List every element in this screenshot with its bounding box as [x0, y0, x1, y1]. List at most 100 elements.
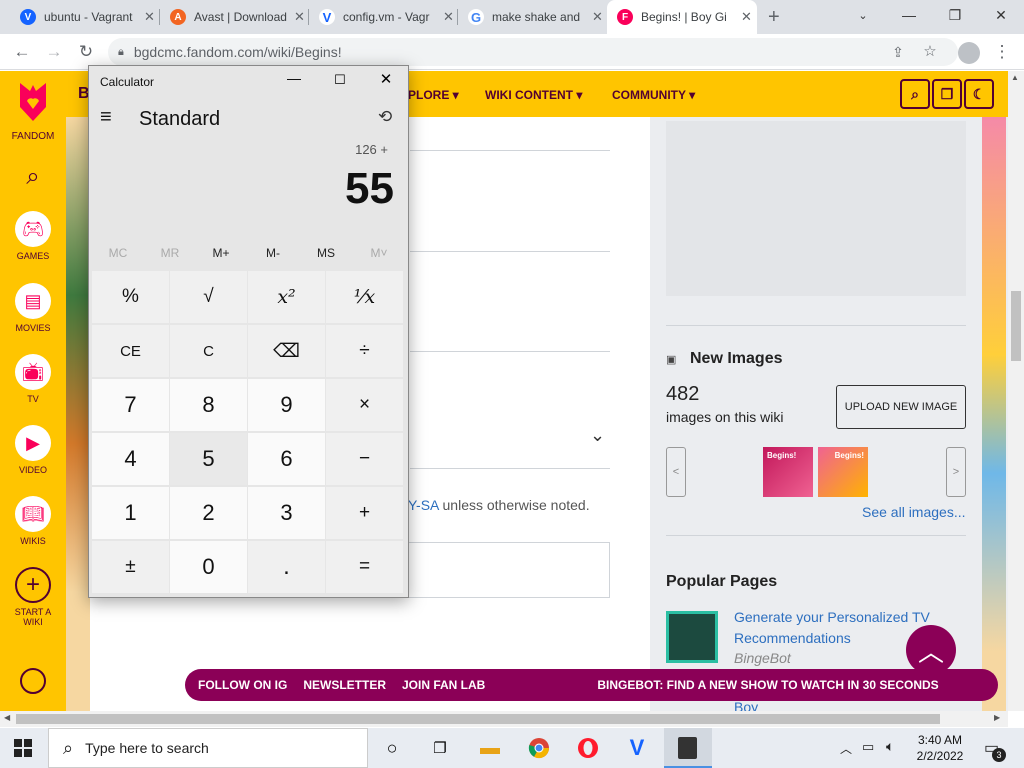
- scrollbar-thumb[interactable]: [16, 714, 940, 724]
- discussions-icon[interactable]: ❐: [932, 79, 962, 109]
- browser-tab[interactable]: G make shake and ✕: [458, 0, 606, 34]
- digit-9-button[interactable]: 9: [248, 379, 325, 431]
- follow-ig-link[interactable]: FOLLOW ON IG: [198, 678, 287, 692]
- scroll-right-icon[interactable]: ▶: [994, 713, 1000, 722]
- menu-kebab-icon[interactable]: ⋮: [990, 40, 1014, 64]
- sidebar-item-movies[interactable]: ▤ MOVIES: [0, 283, 66, 333]
- hamburger-menu-icon[interactable]: ≡: [100, 106, 112, 129]
- divide-button[interactable]: ÷: [326, 325, 403, 377]
- browser-tab[interactable]: A Avast | Download ✕: [160, 0, 308, 34]
- new-tab-button[interactable]: +: [768, 6, 780, 29]
- file-explorer-icon[interactable]: ▬: [476, 734, 504, 762]
- show-hidden-icons[interactable]: ︿: [840, 740, 852, 757]
- digit-5-button[interactable]: 5: [170, 433, 247, 485]
- upload-new-image-button[interactable]: UPLOAD NEW IMAGE: [836, 385, 966, 429]
- browser-tab[interactable]: V config.vm - Vagr ✕: [309, 0, 457, 34]
- vertical-scrollbar[interactable]: ▲: [1008, 71, 1024, 711]
- sidebar-item-games[interactable]: 🎮︎ GAMES: [0, 211, 66, 261]
- thumbnail-image[interactable]: Begins!: [763, 447, 813, 497]
- subtract-button[interactable]: −: [326, 433, 403, 485]
- memory-store-button[interactable]: MS: [300, 246, 352, 260]
- digit-3-button[interactable]: 3: [248, 487, 325, 539]
- maximize-icon[interactable]: ☐: [325, 72, 355, 96]
- sidebar-item-video[interactable]: ▶ VIDEO: [0, 425, 66, 475]
- memory-clear-button[interactable]: MC: [92, 246, 144, 260]
- address-bar[interactable]: 🔒︎ bgdcmc.fandom.com/wiki/Begins!: [108, 38, 958, 66]
- memory-list-button[interactable]: M˅: [353, 246, 405, 260]
- dark-mode-icon[interactable]: ☾: [964, 79, 994, 109]
- close-icon[interactable]: ✕: [443, 9, 454, 25]
- scrollbar-thumb[interactable]: [1011, 291, 1021, 361]
- memory-recall-button[interactable]: MR: [144, 246, 196, 260]
- carousel-prev-button[interactable]: <: [666, 447, 686, 497]
- tab-search-icon[interactable]: ⌄: [840, 0, 886, 30]
- share-icon[interactable]: ⇪: [886, 40, 910, 64]
- menu-wiki-content[interactable]: WIKI CONTENT ▾: [485, 88, 582, 102]
- digit-4-button[interactable]: 4: [92, 433, 169, 485]
- negate-button[interactable]: ±: [92, 541, 169, 593]
- task-view-icon[interactable]: ❐: [426, 734, 454, 762]
- windows-start-icon[interactable]: [14, 739, 32, 757]
- calculator-taskbar-button[interactable]: [664, 728, 712, 768]
- bookmark-star-icon[interactable]: ☆: [918, 40, 942, 64]
- reciprocal-button[interactable]: ¹⁄x: [326, 271, 403, 323]
- search-icon[interactable]: ⌕: [0, 163, 66, 191]
- close-icon[interactable]: ✕: [592, 9, 603, 25]
- chrome-icon[interactable]: [525, 734, 553, 762]
- user-account-icon[interactable]: [20, 668, 46, 694]
- search-icon[interactable]: ⌕: [900, 79, 930, 109]
- history-icon[interactable]: ⟲: [378, 107, 392, 127]
- comment-box[interactable]: [408, 542, 610, 598]
- close-icon[interactable]: ✕: [294, 9, 305, 25]
- clock-time[interactable]: 3:40 AM: [914, 733, 966, 747]
- opera-icon[interactable]: [574, 734, 602, 762]
- square-root-button[interactable]: √: [170, 271, 247, 323]
- digit-6-button[interactable]: 6: [248, 433, 325, 485]
- fandom-logo-icon[interactable]: [14, 79, 52, 123]
- percent-button[interactable]: %: [92, 271, 169, 323]
- close-icon[interactable]: ✕: [371, 70, 401, 94]
- close-icon[interactable]: ✕: [144, 9, 155, 25]
- horizontal-scrollbar[interactable]: ◀ ▶: [0, 711, 1008, 727]
- digit-1-button[interactable]: 1: [92, 487, 169, 539]
- see-all-images-link[interactable]: See all images...: [862, 504, 966, 520]
- forward-icon[interactable]: →: [42, 40, 66, 64]
- newsletter-link[interactable]: NEWSLETTER: [303, 678, 386, 692]
- digit-7-button[interactable]: 7: [92, 379, 169, 431]
- join-fan-lab-link[interactable]: JOIN FAN LAB: [402, 678, 485, 692]
- cortana-icon[interactable]: ○: [378, 734, 406, 762]
- back-icon[interactable]: ←: [10, 40, 34, 64]
- sidebar-item-tv[interactable]: 📺︎ TV: [0, 354, 66, 404]
- multiply-button[interactable]: ×: [326, 379, 403, 431]
- license-link[interactable]: Y-SA: [408, 497, 439, 513]
- sidebar-item-wikis[interactable]: 📖︎ WIKIS: [0, 496, 66, 546]
- bingebot-thumbnail[interactable]: [666, 611, 718, 663]
- browser-tab-active[interactable]: F Begins! | Boy Gi ✕: [607, 0, 757, 34]
- vagrant-icon[interactable]: V: [623, 734, 651, 762]
- sidebar-item-start-wiki[interactable]: + START A WIKI: [0, 567, 66, 627]
- profile-avatar-icon[interactable]: [958, 42, 980, 64]
- digit-0-button[interactable]: 0: [170, 541, 247, 593]
- clock-date[interactable]: 2/2/2022: [912, 749, 968, 763]
- close-icon[interactable]: ✕: [978, 0, 1024, 30]
- restore-icon[interactable]: ❐: [932, 0, 978, 30]
- memory-add-button[interactable]: M+: [195, 246, 247, 260]
- memory-subtract-button[interactable]: M-: [247, 246, 299, 260]
- scroll-left-icon[interactable]: ◀: [4, 713, 10, 722]
- equals-button[interactable]: =: [326, 541, 403, 593]
- reload-icon[interactable]: ↻: [74, 40, 98, 64]
- taskbar-search-box[interactable]: ⌕ Type here to search: [48, 728, 368, 768]
- network-icon[interactable]: ▭: [862, 739, 874, 755]
- carousel-next-button[interactable]: >: [946, 447, 966, 497]
- minimize-icon[interactable]: —: [279, 70, 309, 94]
- scroll-to-top-icon[interactable]: ︿: [906, 625, 956, 675]
- clear-entry-button[interactable]: CE: [92, 325, 169, 377]
- scroll-up-icon[interactable]: ▲: [1011, 73, 1019, 82]
- browser-tab[interactable]: V ubuntu - Vagrant ✕: [10, 0, 160, 34]
- menu-community[interactable]: COMMUNITY ▾: [612, 88, 695, 102]
- thumbnail-image[interactable]: Begins!: [818, 447, 868, 497]
- minimize-icon[interactable]: —: [886, 0, 932, 30]
- bingebot-link[interactable]: BINGEBOT: FIND A NEW SHOW TO WATCH IN 30…: [597, 678, 938, 692]
- chevron-down-icon[interactable]: ⌄: [590, 425, 605, 446]
- menu-explore[interactable]: PLORE ▾: [408, 88, 459, 102]
